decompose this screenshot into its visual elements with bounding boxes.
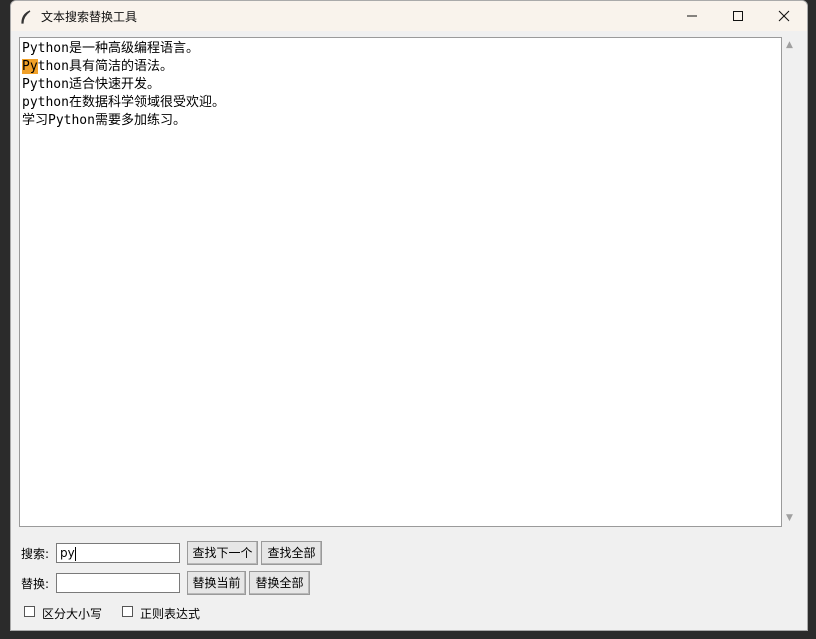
editor-line: python在数据科学领域很受欢迎。 [22, 94, 781, 112]
replace-input[interactable] [56, 573, 180, 593]
minimize-button[interactable] [669, 1, 715, 31]
find-next-button[interactable]: 查找下一个 [187, 541, 258, 565]
text-editor[interactable]: Python是一种高级编程语言。 Python具有简洁的语法。 Python适合… [19, 37, 782, 527]
find-all-button[interactable]: 查找全部 [261, 541, 322, 565]
search-input-value: py [60, 546, 75, 560]
window-title: 文本搜索替换工具 [41, 9, 138, 24]
case-sensitive-label: 区分大小写 [42, 607, 103, 621]
feather-icon [19, 9, 33, 24]
controls-panel: 搜索: py 查找下一个 查找全部 替换: 替换当前 替换全部 区分大小写 正则… [11, 531, 807, 630]
regex-label: 正则表达式 [140, 607, 201, 621]
editor-line-text: Python是一种高级编程语言。 [22, 41, 199, 56]
app-window: 文本搜索替换工具 Python是一种高级编程语言。 Python具有简洁的语法。… [10, 0, 808, 631]
close-button[interactable] [761, 1, 807, 31]
minimize-icon [687, 15, 697, 17]
case-sensitive-checkbox[interactable] [24, 606, 35, 617]
editor-line: Python是一种高级编程语言。 [22, 40, 781, 58]
replace-current-button[interactable]: 替换当前 [187, 571, 246, 595]
text-cursor [74, 546, 76, 561]
replace-label: 替换: [21, 577, 50, 591]
search-label: 搜索: [21, 547, 50, 561]
editor-line-text: 学习Python需要多加练习。 [22, 113, 186, 128]
title-bar: 文本搜索替换工具 [11, 1, 807, 31]
editor-line: Python适合快速开发。 [22, 76, 781, 94]
replace-all-button[interactable]: 替换全部 [249, 571, 310, 595]
editor-line-text: thon具有简洁的语法。 [37, 59, 173, 74]
editor-line: Python具有简洁的语法。 [22, 58, 781, 76]
scroll-up-icon[interactable]: ▲ [786, 40, 793, 50]
window-controls [669, 1, 807, 31]
search-input[interactable]: py [56, 543, 180, 563]
maximize-button[interactable] [715, 1, 761, 31]
maximize-icon [733, 11, 743, 21]
close-icon [778, 10, 790, 22]
regex-checkbox[interactable] [122, 606, 133, 617]
editor-line: 学习Python需要多加练习。 [22, 112, 781, 130]
editor-line-text: python在数据科学领域很受欢迎。 [22, 95, 225, 110]
scroll-down-icon[interactable]: ▼ [786, 513, 793, 523]
background-editor-strip [0, 0, 10, 639]
vertical-scrollbar[interactable]: ▲ ▼ [782, 37, 800, 527]
editor-line-text: Python适合快速开发。 [22, 77, 160, 92]
search-highlight: Py [22, 59, 38, 74]
